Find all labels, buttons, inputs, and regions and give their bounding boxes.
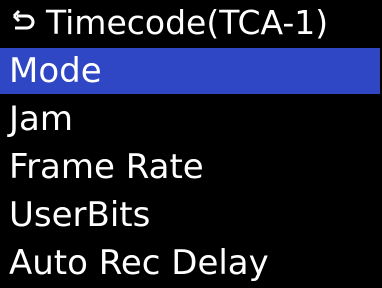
settings-menu: Mode Jam Frame Rate UserBits Auto Rec De… — [0, 48, 382, 288]
menu-item-jam[interactable]: Jam — [0, 96, 380, 142]
menu-item-mode[interactable]: Mode — [0, 48, 380, 94]
menu-item-userbits[interactable]: UserBits — [0, 192, 380, 238]
return-arrow-icon[interactable] — [10, 6, 36, 40]
page-title: Timecode(TCA-1) — [46, 3, 329, 42]
menu-header: Timecode(TCA-1) — [0, 0, 382, 46]
menu-item-frame-rate[interactable]: Frame Rate — [0, 144, 380, 190]
timecode-menu-screen: Timecode(TCA-1) Mode Jam Frame Rate User… — [0, 0, 382, 287]
menu-item-auto-rec-delay[interactable]: Auto Rec Delay — [0, 240, 380, 286]
